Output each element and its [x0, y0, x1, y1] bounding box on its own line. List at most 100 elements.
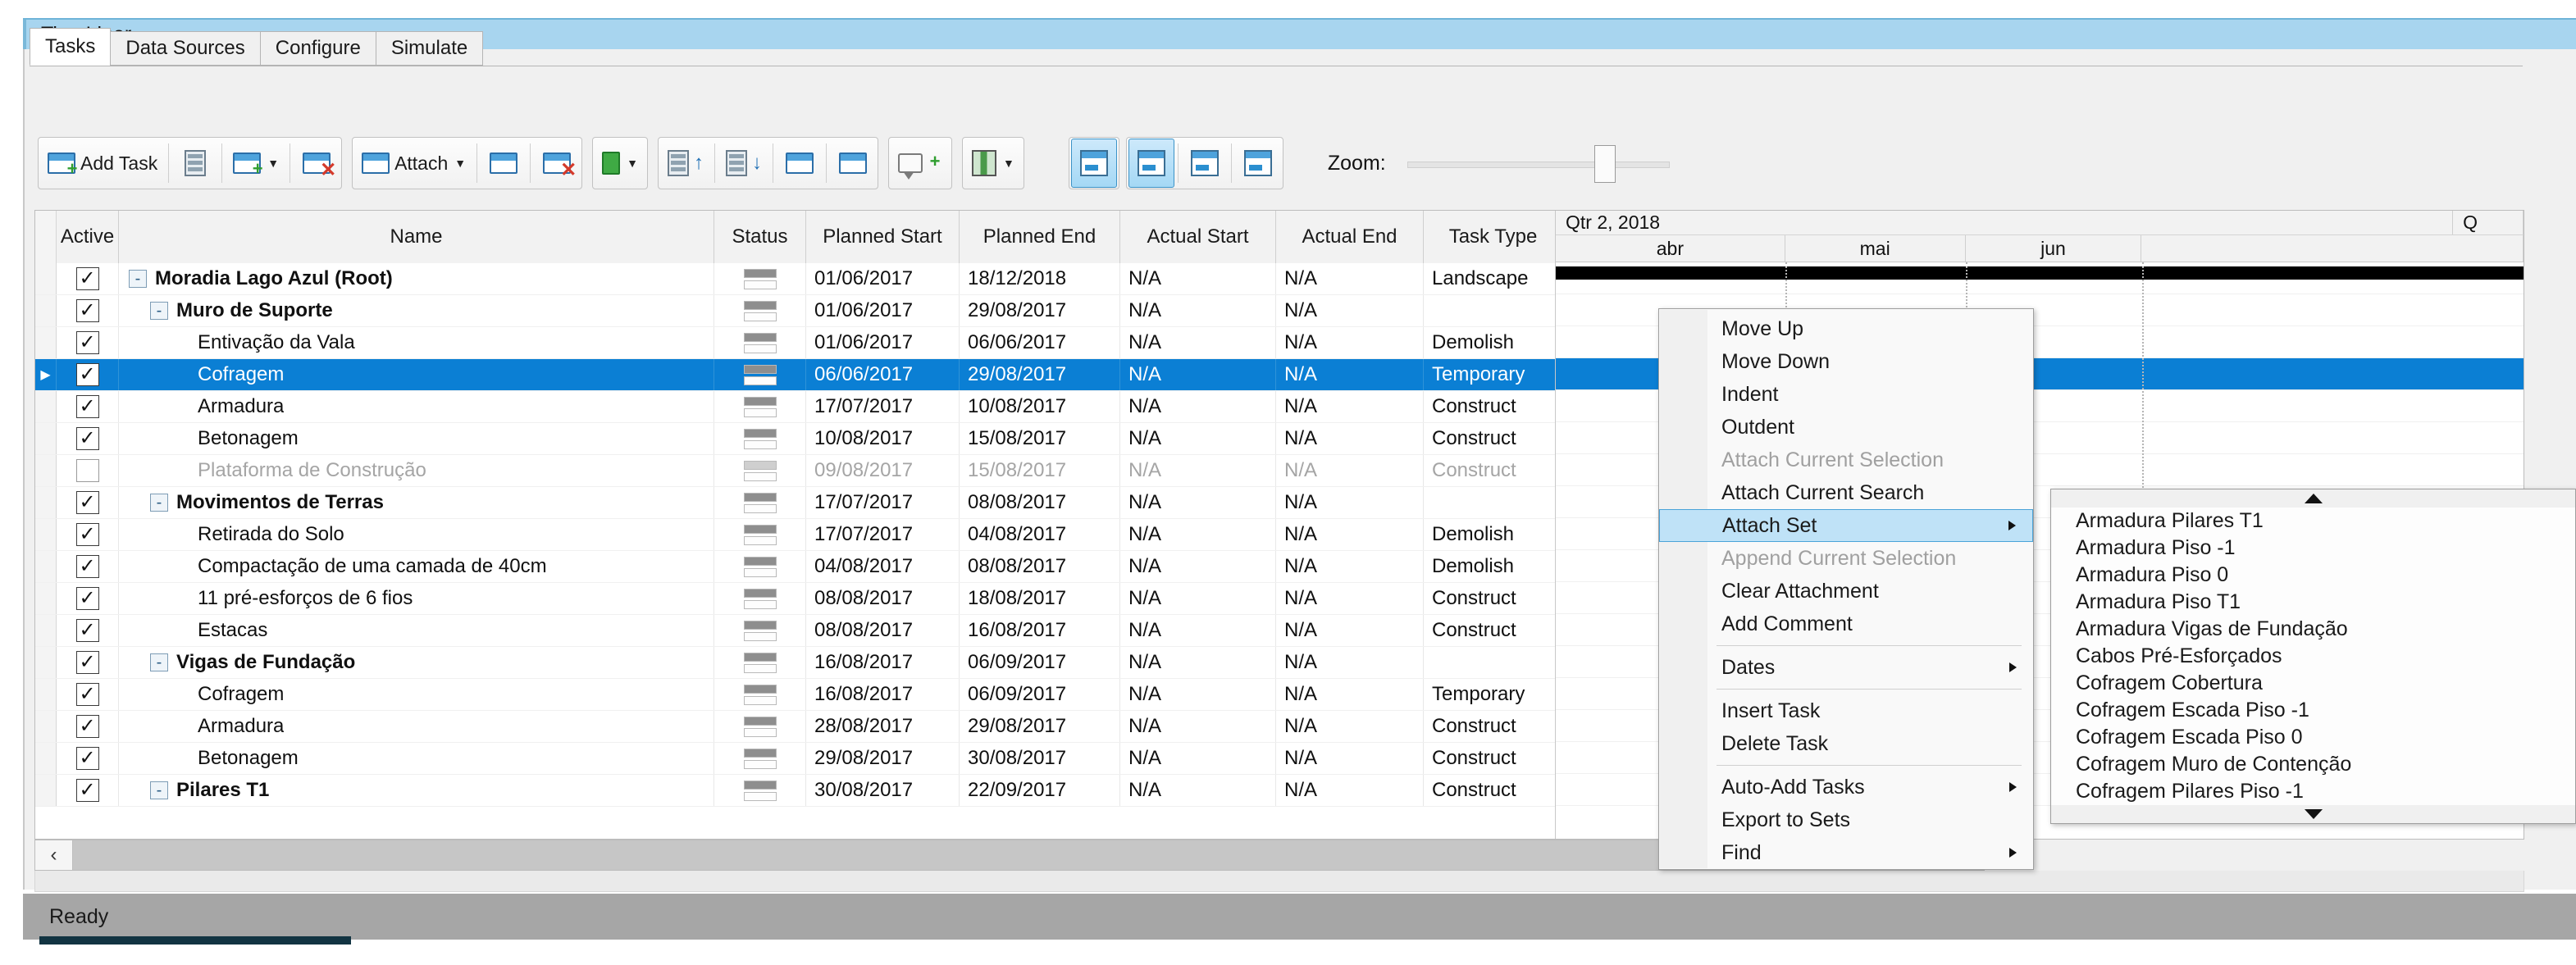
context-menu-item[interactable]: Insert Task — [1659, 694, 2033, 727]
header-planned-end[interactable]: Planned End — [960, 211, 1120, 263]
zoom-slider-thumb[interactable] — [1593, 145, 1616, 183]
active-checkbox[interactable]: ✓ — [75, 683, 99, 706]
row-name-cell[interactable]: Armadura — [119, 711, 714, 742]
submenu-item[interactable]: Armadura Vigas de Fundação — [2051, 616, 2575, 643]
view-tasks-button[interactable] — [1182, 139, 1228, 188]
context-menu-item[interactable]: Find — [1659, 836, 2033, 869]
submenu-item[interactable]: Cofragem Escada Piso -1 — [2051, 697, 2575, 724]
active-checkbox[interactable]: ✓ — [75, 299, 99, 322]
move-up-button[interactable]: ↑ — [660, 139, 711, 188]
expander-icon[interactable]: - — [150, 494, 168, 512]
row-active-checkbox-cell[interactable]: ✓ — [57, 711, 119, 742]
delete-task-button[interactable]: ✕ — [294, 139, 340, 188]
header-task-type[interactable]: Task Type — [1424, 211, 1563, 263]
add-task-button[interactable]: + Add Task — [40, 139, 165, 188]
indent-button[interactable] — [777, 139, 823, 188]
find-button[interactable]: ▼ — [595, 139, 645, 188]
submenu-item[interactable]: Armadura Piso -1 — [2051, 535, 2575, 562]
row-name-cell[interactable]: Entivação da Vala — [119, 327, 714, 358]
row-active-checkbox-cell[interactable]: ✓ — [57, 391, 119, 422]
row-name-cell[interactable]: Retirada do Solo — [119, 519, 714, 550]
context-menu-item[interactable]: Add Comment — [1659, 608, 2033, 640]
task-hierarchy-button[interactable] — [172, 139, 218, 188]
context-menu-item[interactable]: Dates — [1659, 651, 2033, 684]
submenu-item[interactable]: Armadura Pilares T1 — [2051, 508, 2575, 535]
outdent-button[interactable] — [830, 139, 876, 188]
expander-icon[interactable]: - — [150, 302, 168, 320]
row-name-cell[interactable]: Armadura — [119, 391, 714, 422]
context-menu-item[interactable]: Outdent — [1659, 411, 2033, 444]
clear-attachment-button[interactable]: ✕ — [534, 139, 580, 188]
context-menu-item[interactable]: Indent — [1659, 378, 2033, 411]
submenu-scroll-up[interactable] — [2051, 489, 2575, 508]
view-chart-button[interactable] — [1235, 139, 1281, 188]
header-actual-start[interactable]: Actual Start — [1120, 211, 1276, 263]
row-name-cell[interactable]: Plataforma de Construção — [119, 455, 714, 486]
attach-current-selection-button[interactable] — [481, 139, 527, 188]
columns-button[interactable]: ▼ — [964, 139, 1022, 188]
row-active-checkbox-cell[interactable]: ✓ — [57, 775, 119, 806]
row-name-cell[interactable]: Compactação de uma camada de 40cm — [119, 551, 714, 582]
tab-simulate[interactable]: Simulate — [375, 31, 484, 66]
submenu-item[interactable]: Armadura Piso T1 — [2051, 589, 2575, 616]
add-comment-button[interactable]: + — [891, 139, 950, 188]
active-checkbox[interactable]: ✓ — [75, 331, 99, 354]
row-name-cell[interactable]: - Pilares T1 — [119, 775, 714, 806]
zoom-slider-track[interactable] — [1407, 162, 1670, 168]
attach-button[interactable]: Attach ▼ — [354, 139, 473, 188]
tab-tasks[interactable]: Tasks — [30, 28, 112, 66]
row-name-cell[interactable]: - Moradia Lago Azul (Root) — [119, 263, 714, 294]
row-name-cell[interactable]: Cofragem — [119, 679, 714, 710]
auto-add-tasks-button[interactable]: + ▼ — [226, 139, 286, 188]
context-menu-item[interactable]: Export to Sets — [1659, 803, 2033, 836]
view-split-button[interactable] — [1128, 139, 1174, 188]
context-menu-item[interactable]: Move Down — [1659, 345, 2033, 378]
tab-data-sources[interactable]: Data Sources — [110, 31, 261, 66]
row-active-checkbox-cell[interactable] — [57, 455, 119, 486]
row-active-checkbox-cell[interactable]: ✓ — [57, 647, 119, 678]
row-active-checkbox-cell[interactable]: ✓ — [57, 487, 119, 518]
active-checkbox[interactable]: ✓ — [75, 491, 99, 514]
active-checkbox[interactable]: ✓ — [75, 715, 99, 738]
scroll-left-button[interactable]: ‹ — [35, 840, 73, 870]
submenu-item[interactable]: Cabos Pré-Esforçados — [2051, 643, 2575, 670]
expander-icon[interactable]: - — [150, 781, 168, 799]
active-checkbox[interactable]: ✓ — [75, 523, 99, 546]
submenu-item[interactable]: Cofragem Pilares Piso -1 — [2051, 778, 2575, 805]
header-status[interactable]: Status — [714, 211, 806, 263]
row-name-cell[interactable]: - Vigas de Fundação — [119, 647, 714, 678]
move-down-button[interactable]: ↓ — [718, 139, 769, 188]
header-planned-start[interactable]: Planned Start — [806, 211, 960, 263]
row-active-checkbox-cell[interactable]: ✓ — [57, 423, 119, 454]
submenu-item[interactable]: Cofragem Muro de Contenção — [2051, 751, 2575, 778]
row-name-cell[interactable]: Estacas — [119, 615, 714, 646]
row-name-cell[interactable]: Betonagem — [119, 743, 714, 774]
row-active-checkbox-cell[interactable]: ✓ — [57, 743, 119, 774]
row-active-checkbox-cell[interactable]: ✓ — [57, 615, 119, 646]
row-name-cell[interactable]: Betonagem — [119, 423, 714, 454]
active-checkbox[interactable]: ✓ — [75, 779, 99, 802]
context-menu-item[interactable]: Attach Current Search — [1659, 476, 2033, 509]
context-menu-item[interactable]: Delete Task — [1659, 727, 2033, 760]
active-checkbox[interactable]: ✓ — [75, 651, 99, 674]
row-active-checkbox-cell[interactable]: ✓ — [57, 679, 119, 710]
row-active-checkbox-cell[interactable]: ✓ — [57, 583, 119, 614]
row-name-cell[interactable]: Cofragem — [119, 359, 714, 390]
row-name-cell[interactable]: - Movimentos de Terras — [119, 487, 714, 518]
header-name[interactable]: Name — [119, 211, 714, 263]
header-active[interactable]: Active — [57, 211, 119, 263]
context-menu-item[interactable]: Move Up — [1659, 312, 2033, 345]
tab-configure[interactable]: Configure — [259, 31, 376, 66]
active-checkbox[interactable]: ✓ — [75, 267, 99, 290]
active-checkbox[interactable]: ✓ — [75, 555, 99, 578]
view-gantt-button[interactable] — [1070, 139, 1117, 188]
submenu-scroll-down[interactable] — [2051, 805, 2575, 823]
zoom-slider[interactable] — [1407, 137, 1670, 189]
context-menu-item[interactable]: Clear Attachment — [1659, 575, 2033, 608]
active-checkbox[interactable]: ✓ — [75, 427, 99, 450]
active-checkbox[interactable]: ✓ — [75, 587, 99, 610]
expander-icon[interactable]: - — [150, 653, 168, 671]
row-active-checkbox-cell[interactable]: ✓ — [57, 295, 119, 326]
context-menu-item[interactable]: Attach Set — [1659, 509, 2033, 542]
row-active-checkbox-cell[interactable]: ✓ — [57, 263, 119, 294]
